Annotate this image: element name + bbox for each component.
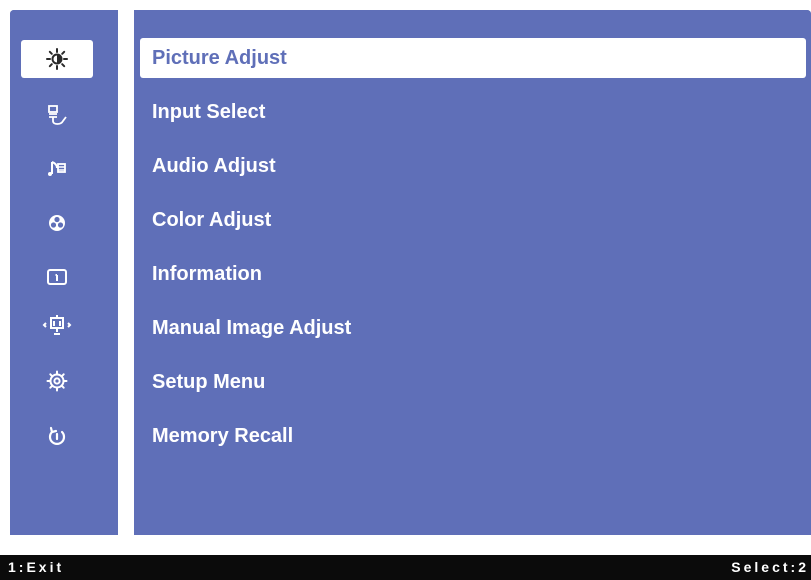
- menu-item-input-select[interactable]: Input Select: [140, 92, 806, 132]
- brightness-icon[interactable]: [21, 40, 93, 78]
- menu-item-label: Picture Adjust: [152, 46, 287, 69]
- color-icon[interactable]: [21, 204, 93, 242]
- menu-item-label: Manual Image Adjust: [152, 316, 352, 339]
- audio-icon[interactable]: [21, 150, 93, 188]
- input-select-icon[interactable]: [21, 96, 93, 134]
- menu-item-label: Memory Recall: [152, 424, 294, 447]
- menu-item-manual-image-adjust[interactable]: Manual Image Adjust: [140, 308, 806, 348]
- menu-item-audio-adjust[interactable]: Audio Adjust: [140, 146, 806, 186]
- menu-item-label: Color Adjust: [152, 208, 272, 231]
- menu-item-information[interactable]: Information: [140, 254, 806, 294]
- menu-item-label: Input Select: [152, 100, 266, 123]
- setup-icon[interactable]: [21, 362, 93, 400]
- exit-hint: 1:Exit: [8, 559, 65, 575]
- information-icon[interactable]: [21, 258, 93, 296]
- menu-item-picture-adjust[interactable]: Picture Adjust: [140, 38, 806, 78]
- menu-item-color-adjust[interactable]: Color Adjust: [140, 200, 806, 240]
- recall-icon[interactable]: [21, 418, 93, 456]
- image-adjust-icon[interactable]: [21, 306, 93, 344]
- menu-item-label: Audio Adjust: [152, 154, 276, 177]
- menu-item-memory-recall[interactable]: Memory Recall: [140, 416, 806, 456]
- footer-bar: 1:Exit Select:2: [0, 555, 811, 580]
- menu-item-label: Information: [152, 262, 262, 285]
- column-divider: [118, 10, 134, 535]
- select-hint: Select:2: [731, 559, 809, 575]
- menu-item-label: Setup Menu: [152, 370, 266, 393]
- menu-item-setup-menu[interactable]: Setup Menu: [140, 362, 806, 402]
